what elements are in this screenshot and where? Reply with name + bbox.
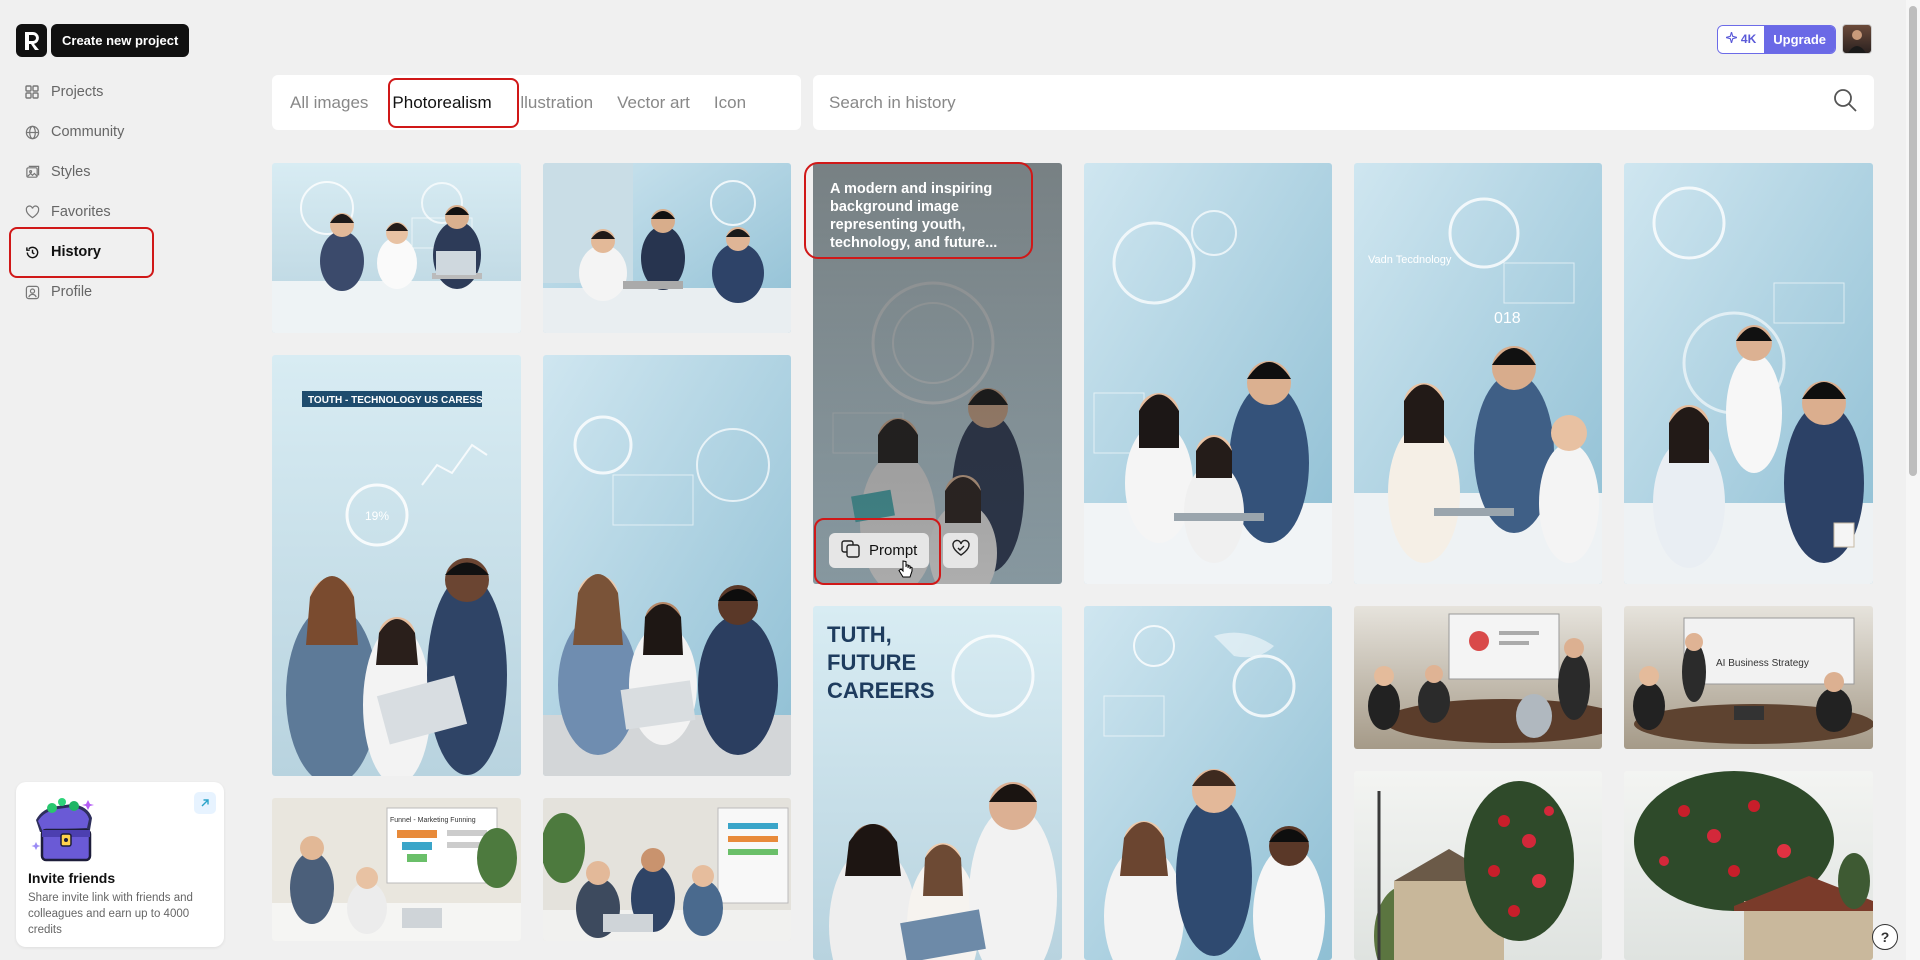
history-image-9[interactable]: TUTH, FUTURE CAREERS xyxy=(813,606,1062,960)
copy-icon xyxy=(841,539,861,562)
styles-icon xyxy=(24,164,40,180)
tab-vector-art[interactable]: Vector art xyxy=(605,75,702,130)
sidebar-item-styles[interactable]: Styles xyxy=(10,152,230,192)
sidebar-nav: Projects Community Styles Favorites Hist… xyxy=(10,72,230,312)
history-image-8[interactable] xyxy=(543,355,791,776)
sidebar-item-favorites[interactable]: Favorites xyxy=(10,192,230,232)
search-icon[interactable] xyxy=(1832,87,1858,118)
globe-icon xyxy=(24,124,40,140)
wall-label-text: Vadn Tecdnology xyxy=(1368,254,1452,266)
prompt-label: Prompt xyxy=(869,542,918,559)
screen-funnel-text: Funnel - Marketing Funning xyxy=(390,817,476,824)
poster1-title: TOUTH - TECHNOLOGY US CARESS xyxy=(308,395,483,406)
history-image-15[interactable] xyxy=(1354,771,1602,960)
poster1-percent: 19% xyxy=(365,509,389,523)
heart-icon xyxy=(24,204,40,220)
history-image-10[interactable] xyxy=(1084,606,1332,960)
prompt-button[interactable]: Prompt xyxy=(829,533,930,568)
tab-all-images[interactable]: All images xyxy=(278,75,380,130)
sidebar-item-projects[interactable]: Projects xyxy=(10,72,230,112)
credits-amount: 4K xyxy=(1740,32,1757,46)
sidebar-item-label: Projects xyxy=(51,84,104,100)
prompt-caption: A modern and inspiring background image … xyxy=(830,181,998,251)
history-search xyxy=(813,75,1874,130)
history-image-3-hovered[interactable]: A modern and inspiring background image … xyxy=(813,163,1062,584)
search-input[interactable] xyxy=(829,92,1832,113)
page-scrollbar[interactable] xyxy=(1906,0,1920,960)
avatar[interactable] xyxy=(1842,24,1872,54)
sidebar-item-history[interactable]: History xyxy=(10,232,230,272)
grid-icon xyxy=(24,84,40,100)
wall-number-text: 018 xyxy=(1494,310,1521,327)
credits-badge[interactable]: 4K Upgrade xyxy=(1716,24,1836,54)
style-filter-tabs: All images Photorealism Illustration Vec… xyxy=(272,75,801,130)
mouse-cursor-icon xyxy=(898,560,914,585)
sidebar-item-label: Favorites xyxy=(51,204,111,220)
history-image-16[interactable] xyxy=(1624,771,1873,960)
history-icon xyxy=(24,244,40,260)
credits-value: 4K xyxy=(1717,25,1765,53)
sidebar-item-label: Community xyxy=(51,124,125,140)
logo-icon[interactable] xyxy=(16,24,47,57)
history-image-12[interactable]: AI Business Strategy xyxy=(1624,606,1873,749)
account-area: 4K Upgrade xyxy=(1716,24,1872,54)
history-image-6[interactable] xyxy=(1624,163,1873,584)
favorite-button[interactable] xyxy=(943,533,978,568)
tab-icon[interactable]: Icon xyxy=(702,75,758,130)
invite-description: Share invite link with friends and colle… xyxy=(28,892,193,936)
create-project-button[interactable]: Create new project xyxy=(51,24,190,57)
sidebar-item-label: Styles xyxy=(51,164,91,180)
screen-ai-text: AI Business Strategy xyxy=(1716,658,1809,669)
topbar-left: Create new project xyxy=(16,24,190,57)
tab-photorealism[interactable]: Photorealism xyxy=(380,75,503,130)
history-image-14[interactable] xyxy=(543,798,791,941)
history-image-13[interactable]: Funnel - Marketing Funning xyxy=(272,798,521,941)
sidebar-item-profile[interactable]: Profile xyxy=(10,272,230,312)
history-image-1[interactable] xyxy=(272,163,521,333)
scrollbar-thumb[interactable] xyxy=(1909,6,1917,476)
history-image-5[interactable]: Vadn Tecdnology 018 xyxy=(1354,163,1602,584)
sidebar-item-label: Profile xyxy=(51,284,93,300)
tab-illustration[interactable]: Illustration xyxy=(504,75,605,130)
profile-icon xyxy=(24,284,40,300)
sidebar-item-community[interactable]: Community xyxy=(10,112,230,152)
external-link-icon[interactable] xyxy=(194,792,216,814)
sidebar: Create new project Projects Community St… xyxy=(0,0,240,960)
help-icon[interactable]: ? xyxy=(1872,924,1898,950)
upgrade-button[interactable]: Upgrade xyxy=(1764,25,1835,53)
invite-card[interactable]: Invite friends Share invite link with fr… xyxy=(16,782,224,947)
invite-title: Invite friends xyxy=(28,870,116,886)
history-image-11[interactable] xyxy=(1354,606,1602,749)
history-image-4[interactable] xyxy=(1084,163,1332,584)
history-image-2[interactable] xyxy=(543,163,791,333)
heart-add-icon xyxy=(951,539,971,562)
sparkle-icon xyxy=(1723,29,1739,46)
history-image-7[interactable]: TOUTH - TECHNOLOGY US CARESS 19% xyxy=(272,355,521,776)
sidebar-item-label: History xyxy=(51,244,101,260)
treasure-chest-icon xyxy=(28,794,102,868)
